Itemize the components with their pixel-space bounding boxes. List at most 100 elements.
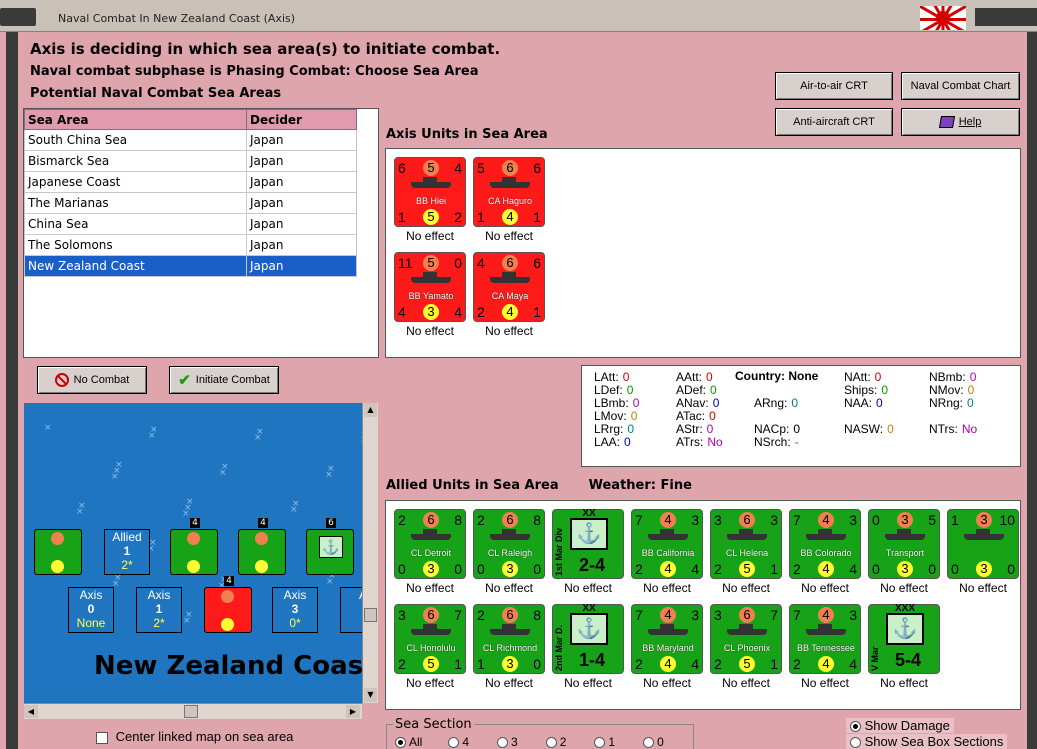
anti-aircraft-crt-button[interactable]: Anti-aircraft CRT	[775, 108, 893, 136]
sea-area-row[interactable]: The Solomons Japan	[24, 234, 357, 256]
axis-chip[interactable]: Axis 1 2*	[136, 587, 182, 633]
sea-area-row[interactable]: South China Sea Japan	[24, 129, 357, 151]
col-sea-area[interactable]: Sea Area	[24, 109, 247, 130]
ship-silhouette-icon	[490, 529, 530, 540]
sea-section-option[interactable]: 4	[448, 735, 469, 749]
sea-section-radio[interactable]	[395, 737, 406, 749]
sea-section-option[interactable]: 1	[594, 735, 615, 749]
unit-value-br: 1	[770, 561, 778, 577]
stat-item: AAtt: 0	[676, 370, 713, 384]
unit-value-bl: 0	[872, 561, 880, 577]
axis-units-panel: 6 4 1 2 5 5 BB Hiei No effect 5 6 1 1 6 4 CA Haguro No …	[385, 148, 1021, 358]
unit-value-bc: 4	[818, 656, 834, 672]
map-vertical-scrollbar[interactable]: ▲ ▼	[362, 403, 378, 703]
scroll-down-icon[interactable]: ▼	[364, 688, 377, 702]
sea-area-map[interactable]: New Zealand Coast × × × × × × × × × × × × × × × × × × × × × ×…	[24, 403, 362, 703]
sea-area-row[interactable]: The Marianas Japan	[24, 192, 357, 214]
unit-counter[interactable]: XXX ⚓ V Mar 5-4	[868, 603, 940, 674]
unit-value-tl: 5	[477, 160, 485, 176]
map-wave-mark: ×	[111, 472, 119, 482]
map-marine-counter[interactable]: ⚓	[306, 529, 354, 575]
unit-counter[interactable]: 11 0 4 4 5 3 BB Yamato	[394, 252, 466, 322]
stat-item: AStr: 0	[676, 422, 713, 436]
center-map-check[interactable]	[96, 731, 108, 744]
unit-counter[interactable]: XX ⚓ 1st Mar Div 2-4	[552, 508, 624, 579]
unit-counter[interactable]: 2 8 0 0 6 3 CL Detroit	[394, 509, 466, 579]
window-controls[interactable]	[975, 8, 1037, 26]
unit-counter[interactable]: 6 4 1 2 5 5 BB Hiei	[394, 157, 466, 227]
sea-section-option[interactable]: All	[395, 735, 422, 749]
initiate-combat-button[interactable]: ✔ Initiate Combat	[169, 366, 279, 394]
unit-value-tr: 6	[533, 160, 541, 176]
sea-section-radio[interactable]	[643, 737, 655, 749]
stat-item: ADef: 0	[676, 383, 717, 397]
naval-combat-chart-button[interactable]: Naval Combat Chart	[901, 72, 1020, 100]
axis-chip[interactable]: Axis 0 None	[68, 587, 114, 633]
allied-chip[interactable]: Allied 1 2*	[104, 529, 150, 575]
unit-counter[interactable]: 7 3 2 4 4 4 BB Tennessee	[789, 604, 861, 674]
unit-effect: No effect	[722, 581, 770, 595]
map-unit-counter[interactable]	[170, 529, 218, 575]
show-damage-radio[interactable]: Show Damage	[846, 718, 954, 733]
sea-section-radio[interactable]	[594, 737, 606, 749]
unit-counter[interactable]: 5 6 1 1 6 4 CA Haguro	[473, 157, 545, 227]
window-menu-icon[interactable]	[0, 8, 36, 26]
map-unit-counter[interactable]	[34, 529, 82, 575]
unit-value-tl: 4	[477, 255, 485, 271]
unit-effect: No effect	[801, 676, 849, 690]
sea-area-row[interactable]: China Sea Japan	[24, 213, 357, 235]
sea-section-option-label: All	[409, 735, 423, 749]
vertical-scroll-thumb[interactable]	[364, 608, 377, 622]
help-button[interactable]: Help	[901, 108, 1020, 136]
unit-counter[interactable]: 3 7 2 1 6 5 CL Honolulu	[394, 604, 466, 674]
scroll-left-icon[interactable]: ◀	[24, 705, 38, 718]
col-decider[interactable]: Decider	[246, 109, 357, 130]
show-sea-box-radio[interactable]: Show Sea Box Sections	[846, 734, 1008, 749]
sea-section-option[interactable]: 2	[545, 735, 566, 749]
axis-chip[interactable]: A	[340, 587, 362, 633]
unit-counter[interactable]: 1 10 0 0 3 3	[947, 509, 1019, 579]
horizontal-scroll-thumb[interactable]	[184, 705, 198, 718]
map-unit-counter[interactable]	[204, 587, 252, 633]
sea-area-row[interactable]: Japanese Coast Japan	[24, 171, 357, 193]
marine-anchor-icon: ⚓	[319, 536, 343, 558]
map-wave-mark: ×	[290, 505, 298, 515]
stat-key: NAtt:	[844, 370, 871, 384]
scroll-up-icon[interactable]: ▲	[364, 403, 377, 417]
show-damage-radio-dot[interactable]	[850, 721, 861, 733]
unit-counter[interactable]: XX ⚓ 2nd Mar D. 1-4	[552, 603, 624, 674]
no-combat-button[interactable]: No Combat	[37, 366, 147, 394]
unit-counter[interactable]: 7 3 2 4 4 4 BB Colorado	[789, 509, 861, 579]
sea-area-row[interactable]: Bismarck Sea Japan	[24, 150, 357, 172]
unit-counter[interactable]: 2 8 1 0 6 3 CL Richmond	[473, 604, 545, 674]
stat-item: NSrch: -	[754, 435, 799, 449]
unit-counter[interactable]: 4 6 2 1 6 4 CA Maya	[473, 252, 545, 322]
unit-counter[interactable]: 7 3 2 4 4 4 BB Maryland	[631, 604, 703, 674]
stat-key: ATrs:	[676, 435, 704, 449]
stat-value: 0	[791, 396, 799, 410]
sea-area-row[interactable]: New Zealand Coast Japan	[24, 255, 357, 277]
unit-counter[interactable]: 2 8 0 0 6 3 CL Raleigh	[473, 509, 545, 579]
stat-key: ARng:	[754, 396, 788, 410]
unit-value-tl: 7	[635, 607, 643, 623]
map-unit-counter[interactable]	[238, 529, 286, 575]
axis-chip[interactable]: Axis 3 0*	[272, 587, 318, 633]
stat-key: ATac:	[676, 409, 706, 423]
unit-counter[interactable]: 3 3 2 1 6 5 CL Helena	[710, 509, 782, 579]
map-wave-mark: ×	[44, 423, 52, 433]
air-to-air-crt-button[interactable]: Air-to-air CRT	[775, 72, 893, 100]
scroll-right-icon[interactable]: ▶	[346, 705, 360, 718]
sea-section-radio[interactable]	[448, 737, 460, 749]
sea-area-cell: South China Sea	[24, 129, 247, 151]
unit-value-tl: 3	[714, 512, 722, 528]
center-map-checkbox[interactable]: Center linked map on sea area	[96, 729, 293, 744]
sea-section-option[interactable]: 0	[643, 735, 664, 749]
unit-counter[interactable]: 3 7 2 1 6 5 CL Phoenix	[710, 604, 782, 674]
sea-section-radio[interactable]	[545, 737, 557, 749]
sea-section-radio[interactable]	[497, 737, 509, 749]
unit-counter[interactable]: 7 3 2 4 4 4 BB California	[631, 509, 703, 579]
map-horizontal-scrollbar[interactable]: ◀ ▶	[24, 703, 362, 719]
sea-section-option[interactable]: 3	[497, 735, 518, 749]
show-sea-box-radio-dot[interactable]	[850, 737, 861, 749]
unit-counter[interactable]: 0 5 0 0 3 3 Transport	[868, 509, 940, 579]
